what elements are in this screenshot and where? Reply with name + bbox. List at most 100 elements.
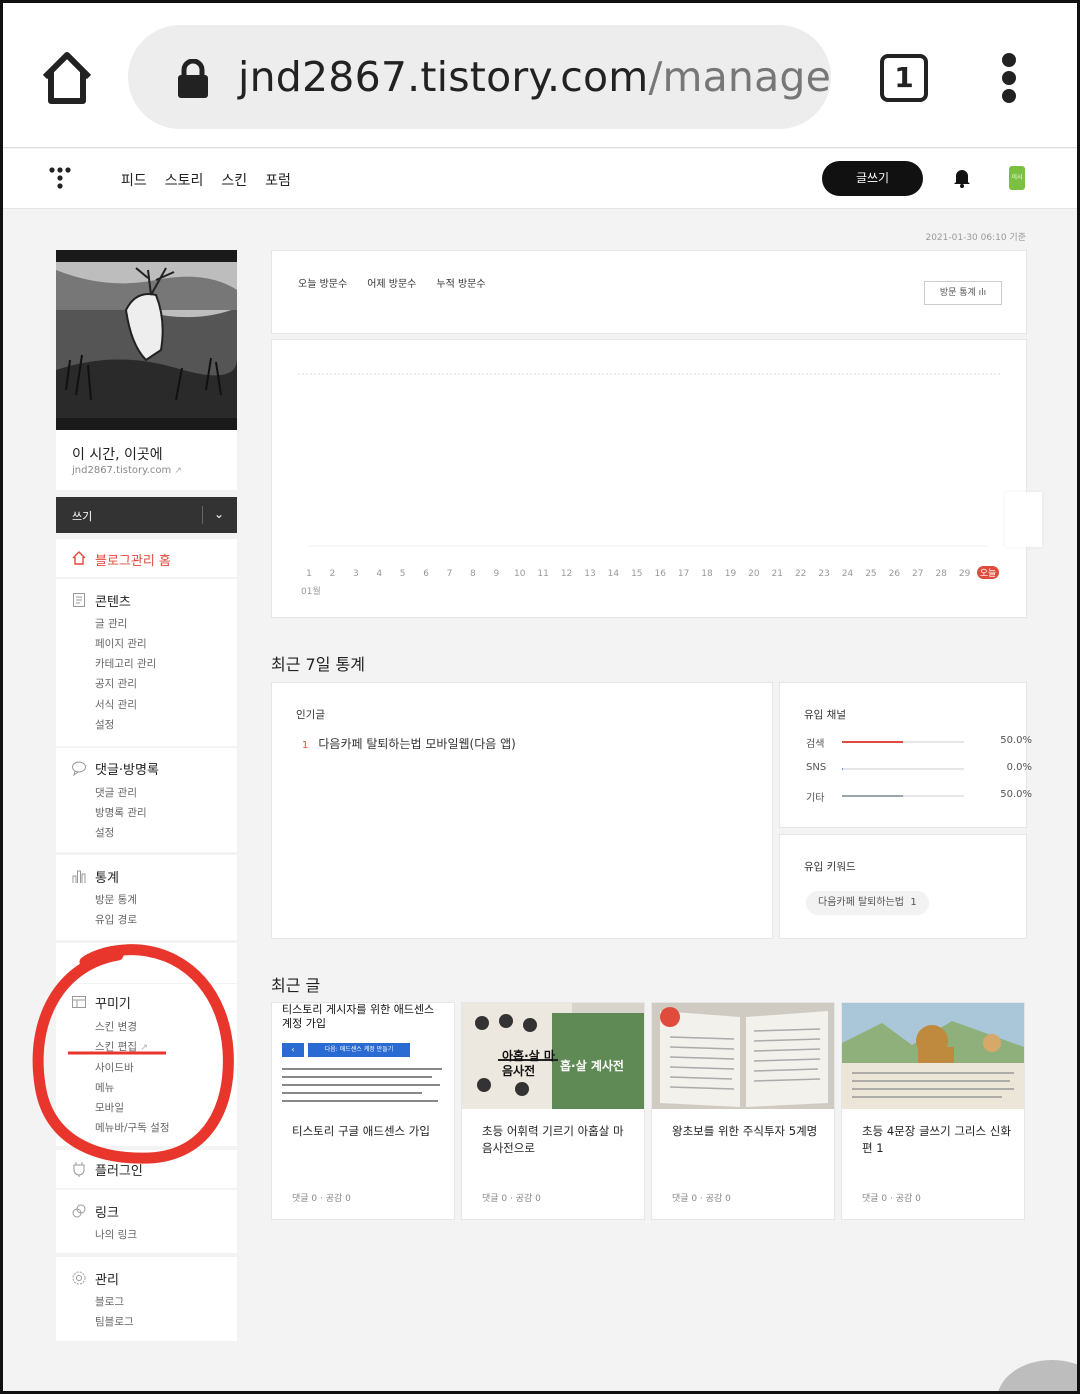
sidebar-item-blog[interactable]: 블로그	[95, 1294, 124, 1309]
channel-bar-fill	[842, 768, 844, 770]
blog-profile-card: 이 시간, 이곳에 jnd2867.tistory.com ↗	[56, 250, 237, 490]
blog-name[interactable]: 이 시간, 이곳에	[72, 444, 163, 464]
sidebar-item-category-manage[interactable]: 카테고리 관리	[95, 656, 156, 671]
sidebar-section-link: 링크 나의 링크	[56, 1190, 237, 1253]
chart-x-tick-label: 8	[470, 569, 476, 579]
sidebar-content-title[interactable]: 콘텐츠	[95, 591, 131, 610]
sidebar-item-comment-settings[interactable]: 설정	[95, 825, 114, 840]
write-dropdown-divider	[202, 506, 203, 524]
blog-url[interactable]: jnd2867.tistory.com ↗	[72, 465, 182, 476]
sidebar-item-skin-edit[interactable]: 스킨 편집 ↗	[95, 1039, 148, 1054]
sidebar-decorate-title[interactable]: 꾸미기	[95, 993, 131, 1012]
channel-name: SNS	[806, 762, 827, 773]
popular-post-title: 다음카페 탈퇴하는법 모바일웹(다음 앱)	[318, 737, 516, 751]
keyword-count: 1	[910, 897, 917, 908]
post-title: 왕초보를 위한 주식투자 5계명	[672, 1124, 818, 1138]
sidebar-item-blog-home[interactable]: 블로그관리 홈	[95, 550, 171, 569]
chart-scroll-handle[interactable]	[1005, 492, 1042, 547]
sidebar-item-post-manage[interactable]: 글 관리	[95, 616, 127, 631]
chart-x-tick-label: 25	[865, 569, 876, 579]
sidebar-section-plugin: 플러그인	[56, 1150, 237, 1188]
keywords-title: 유입 키워드	[804, 861, 856, 873]
sidebar-item-visit-stats[interactable]: 방문 통계	[95, 892, 137, 907]
chart-x-tick-label: 26	[889, 569, 901, 579]
recent-posts-heading: 최근 글	[271, 976, 321, 995]
bar-chart-icon	[71, 868, 87, 884]
post-card[interactable]: 티스토리 게시자를 위한 애드센스 계정 가입 ‹ 다음: 애드센스 계정 만들…	[271, 1002, 455, 1220]
chart-x-tick-label: 18	[701, 569, 713, 579]
skin-edit-label: 스킨 편집	[95, 1041, 137, 1053]
sidebar-item-menubar-subscribe[interactable]: 메뉴바/구독 설정	[95, 1120, 170, 1135]
post-card[interactable]: 아홉·살 마음사전 홉·살 계사전 초등 어휘력 기르기 아홉살 마음사전으로 …	[461, 1002, 645, 1220]
home-icon[interactable]	[37, 49, 97, 107]
write-post-button[interactable]: 글쓰기	[822, 161, 923, 196]
sidebar-item-page-manage[interactable]: 페이지 관리	[95, 636, 147, 651]
sidebar-manage-title[interactable]: 관리	[95, 1269, 119, 1288]
chart-x-tick-label: 오늘	[980, 568, 997, 579]
sidebar-item-referrer[interactable]: 유입 경로	[95, 912, 137, 927]
chart-x-tick-label: 5	[400, 569, 406, 579]
sidebar-section-stats: 통계 방문 통계 유입 경로	[56, 855, 237, 940]
recent7-heading: 최근 7일 통계	[271, 655, 365, 674]
sidebar-item-notice-manage[interactable]: 공지 관리	[95, 676, 137, 691]
stats-timestamp: 2021-01-30 06:10 기준	[925, 233, 1026, 243]
chart-x-tick-label: 19	[725, 569, 737, 579]
today-visits-label: 오늘 방문수	[298, 279, 348, 290]
chevron-down-icon[interactable]: ⌄	[214, 507, 224, 521]
more-options-icon[interactable]	[999, 53, 1021, 103]
sidebar-section-decorate: 꾸미기 스킨 변경 스킨 편집 ↗ 사이드바 메뉴 모바일 메뉴바/구독 설정	[56, 984, 237, 1146]
sidebar-item-content-settings[interactable]: 설정	[95, 717, 114, 732]
sidebar-item-menu[interactable]: 메뉴	[95, 1080, 114, 1095]
sidebar-item-my-links[interactable]: 나의 링크	[95, 1227, 137, 1242]
chart-x-tick-label: 15	[631, 569, 642, 579]
sidebar-item-skin-change[interactable]: 스킨 변경	[95, 1019, 137, 1034]
url-text: jnd2867.tistory.com/manage	[238, 53, 831, 101]
popular-post-item[interactable]: 1 다음카페 탈퇴하는법 모바일웹(다음 앱)	[302, 735, 516, 752]
nav-story[interactable]: 스토리	[165, 170, 204, 190]
channel-row: SNS 0.0%	[806, 762, 1032, 778]
chart-x-tick-label: 11	[537, 569, 548, 579]
nav-forum[interactable]: 포럼	[265, 170, 291, 190]
chart-x-tick-label: 9	[493, 569, 499, 579]
post-thumbnail	[652, 1003, 834, 1109]
thumb-button: 다음: 애드센스 계정 만들기	[308, 1043, 410, 1057]
sidebar-item-guestbook-manage[interactable]: 방명록 관리	[95, 805, 147, 820]
chart-x-tick-label: 29	[959, 569, 971, 579]
chart-x-tick-label: 12	[561, 569, 572, 579]
gear-icon	[71, 1270, 87, 1286]
post-card[interactable]: 왕초보를 위한 주식투자 5계명 댓글 0 · 공감 0	[651, 1002, 835, 1220]
lock-icon	[176, 58, 210, 99]
sidebar-item-comment-manage[interactable]: 댓글 관리	[95, 785, 137, 800]
post-card[interactable]: 초등 4문장 글쓰기 그리스 신화편 1 댓글 0 · 공감 0	[841, 1002, 1025, 1220]
tistory-logo-icon[interactable]	[47, 165, 73, 191]
tab-count-button[interactable]: 1	[880, 54, 928, 102]
sidebar-item-template-manage[interactable]: 서식 관리	[95, 697, 137, 712]
user-avatar[interactable]: 이시간	[1009, 166, 1025, 205]
channel-bar-fill	[842, 795, 903, 797]
sidebar-comments-title[interactable]: 댓글·방명록	[95, 759, 159, 778]
write-dropdown[interactable]: 쓰기 ⌄	[56, 497, 237, 533]
sidebar-item-mobile[interactable]: 모바일	[95, 1100, 124, 1115]
chart-x-tick-label: 16	[654, 569, 666, 579]
bell-icon[interactable]	[953, 168, 971, 188]
sidebar-plugin-title[interactable]: 플러그인	[95, 1160, 143, 1179]
home-outline-icon	[71, 550, 87, 566]
sidebar-item-team-blog[interactable]: 팀블로그	[95, 1314, 134, 1329]
keyword-chip[interactable]: 다음카페 탈퇴하는법 1	[806, 891, 929, 915]
site-header: 피드 스토리 스킨 포럼 글쓰기 이시간	[3, 149, 1077, 209]
sidebar-item-sidebar[interactable]: 사이드바	[95, 1060, 134, 1075]
floating-action-button[interactable]	[997, 1360, 1080, 1394]
document-icon	[71, 592, 87, 608]
post-meta: 댓글 0 · 공감 0	[672, 1194, 731, 1204]
nav-skin[interactable]: 스킨	[221, 170, 247, 190]
traffic-channels-panel: 유입 채널 검색 50.0% SNS 0.0% 기타 50.0%	[779, 682, 1032, 828]
sidebar-stats-title[interactable]: 통계	[95, 867, 119, 886]
nav-feed[interactable]: 피드	[121, 170, 147, 190]
sidebar-link-title[interactable]: 링크	[95, 1202, 119, 1221]
address-bar[interactable]: jnd2867.tistory.com/manage	[128, 25, 831, 129]
channels-title: 유입 채널	[804, 709, 846, 721]
chart-x-tick-label: 6	[423, 569, 429, 579]
post-thumbnail	[842, 1003, 1024, 1109]
visit-stats-button[interactable]: 방문 통계 ılı	[924, 281, 1002, 305]
blog-profile-image[interactable]	[56, 250, 237, 430]
